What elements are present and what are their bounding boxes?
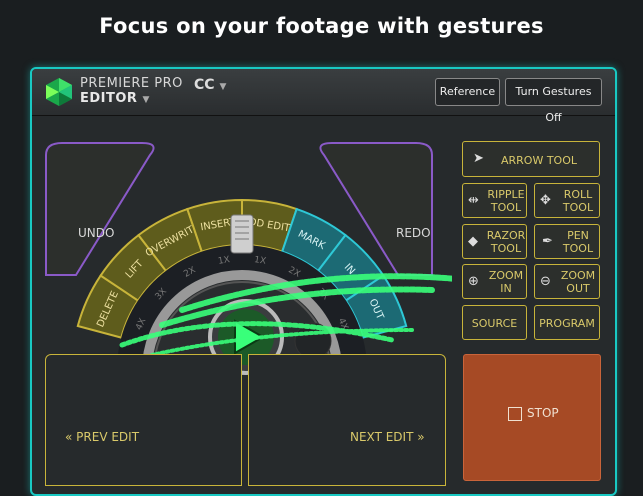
prev-edit-label: « PREV EDIT xyxy=(65,430,140,444)
checkbox-icon xyxy=(508,407,522,421)
undo-label: UNDO xyxy=(78,226,114,240)
version-selector[interactable]: CC ▼ xyxy=(194,77,226,93)
arrow-tool-button[interactable]: ➤ ARROW TOOL xyxy=(462,141,600,177)
razor-tool-label: RAZOR TOOL xyxy=(486,229,526,255)
zoom-out-icon: ⊖ xyxy=(540,274,551,289)
program-button[interactable]: PROGRAM xyxy=(534,305,600,340)
ripple-tool-button[interactable]: ⇹ RIPPLE TOOL xyxy=(462,183,527,218)
next-edit-button[interactable] xyxy=(248,354,446,486)
version-label: CC xyxy=(194,77,215,93)
ripple-tool-label: RIPPLE TOOL xyxy=(487,188,525,214)
reference-button[interactable]: Reference xyxy=(435,78,500,106)
stop-label: STOP xyxy=(527,406,559,420)
roll-icon: ✥ xyxy=(540,193,551,208)
gestures-toggle-button[interactable]: Turn Gestures Off xyxy=(505,78,602,124)
pen-tool-label: PEN TOOL xyxy=(562,229,594,255)
zoom-in-label: ZOOM IN xyxy=(488,269,524,295)
brand-line2: EDITOR ▼ xyxy=(80,91,150,106)
prev-edit-button[interactable] xyxy=(45,354,242,486)
program-label: PROGRAM xyxy=(539,317,595,330)
logo-icon xyxy=(46,78,72,106)
brand-editor: EDITOR xyxy=(80,91,138,106)
jog-wheel: DELETELIFTOVERWRITEINSERT ADD EDITMARKINO… xyxy=(45,142,452,375)
chevron-down-icon: ▼ xyxy=(142,95,150,105)
razor-tool-button[interactable]: ◆ RAZOR TOOL xyxy=(462,224,527,259)
top-bar: PREMIERE PRO EDITOR ▼ CC ▼ Reference Tur… xyxy=(32,69,615,124)
app-window: PREMIERE PRO EDITOR ▼ CC ▼ Reference Tur… xyxy=(30,67,617,496)
source-label: SOURCE xyxy=(471,317,518,330)
roll-tool-label: ROLL TOOL xyxy=(562,188,594,214)
ripple-icon: ⇹ xyxy=(468,193,479,208)
next-edit-label: NEXT EDIT » xyxy=(350,430,425,444)
speed-label: 1X xyxy=(217,255,230,267)
redo-label: REDO xyxy=(396,226,431,240)
brand-line1: PREMIERE PRO xyxy=(80,76,183,91)
pen-tool-button[interactable]: ✒ PEN TOOL xyxy=(534,224,600,259)
pen-icon: ✒ xyxy=(542,234,553,249)
razor-icon: ◆ xyxy=(468,234,478,249)
chevron-down-icon: ▼ xyxy=(219,82,227,92)
roll-tool-button[interactable]: ✥ ROLL TOOL xyxy=(534,183,600,218)
zoom-out-button[interactable]: ⊖ ZOOM OUT xyxy=(534,264,600,299)
source-button[interactable]: SOURCE xyxy=(462,305,527,340)
zoom-in-icon: ⊕ xyxy=(468,274,479,289)
headline: Focus on your footage with gestures xyxy=(99,14,544,38)
zoom-in-button[interactable]: ⊕ ZOOM IN xyxy=(462,264,527,299)
zoom-out-label: ZOOM OUT xyxy=(560,269,596,295)
arrow-tool-label: ARROW TOOL xyxy=(500,154,577,167)
speed-label: 1X xyxy=(253,255,266,267)
arrow-cursor-icon: ➤ xyxy=(473,151,484,166)
